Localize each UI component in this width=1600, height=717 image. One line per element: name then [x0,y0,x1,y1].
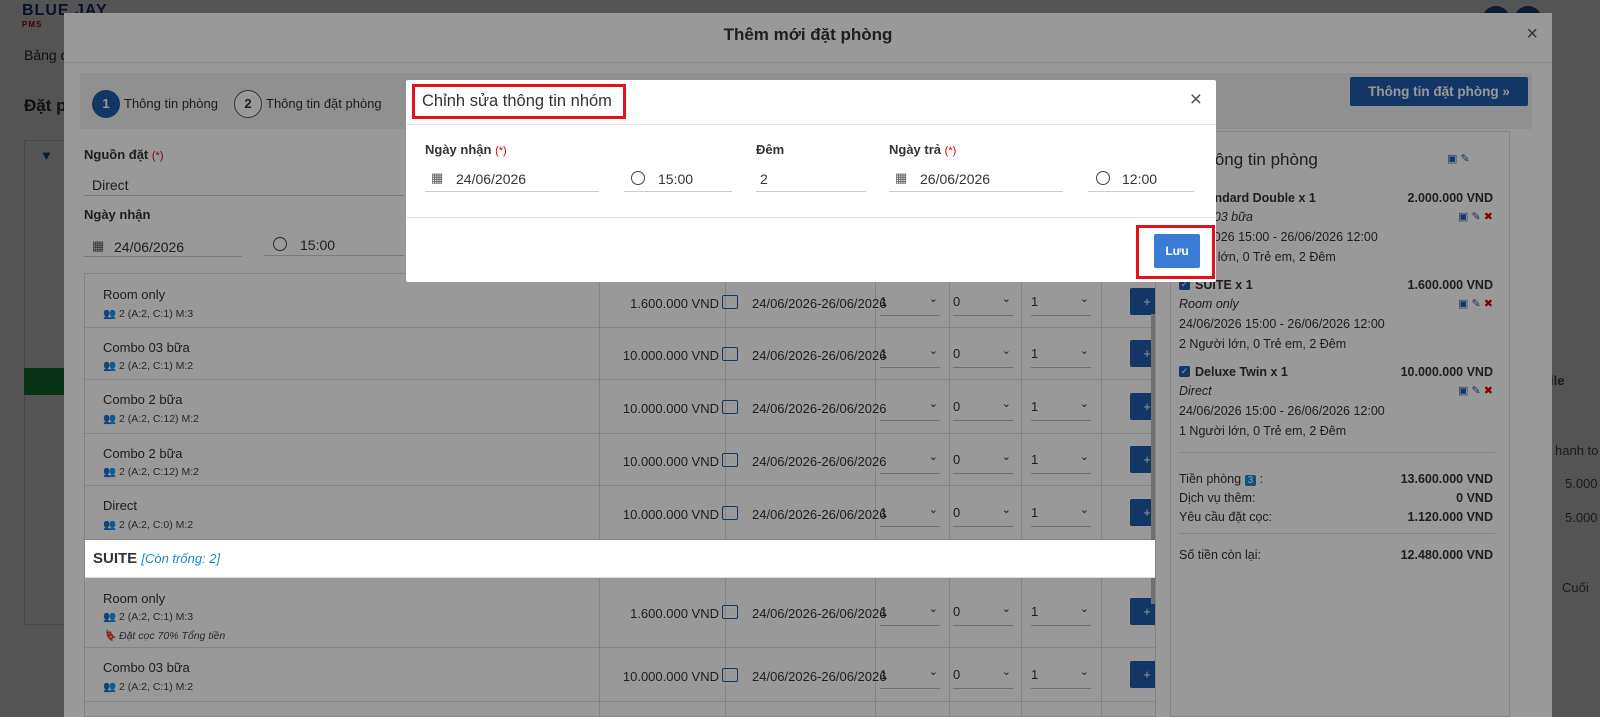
checkout-date-input[interactable]: 26/06/2026 [920,171,990,187]
divider [425,191,599,192]
section-row: SUITE [Còn trống: 2] [85,540,1155,578]
divider [889,191,1063,192]
group-edit-modal: Chỉnh sửa thông tin nhóm × Ngày nhận (*)… [406,80,1216,282]
close-icon[interactable]: × [1190,88,1202,112]
divider [624,191,732,192]
calendar-icon: ▦ [895,170,908,185]
checkin-time-input[interactable]: 15:00 [658,171,693,187]
divider [406,217,1216,218]
clock-icon [631,171,645,185]
divider [1088,191,1194,192]
section-title: SUITE [Còn trống: 2] [93,550,221,567]
divider [756,191,866,192]
divider [406,124,1216,125]
nights-label: Đêm [756,142,785,157]
nights-input[interactable]: 2 [760,171,768,187]
checkin-label: Ngày nhận (*) [425,142,507,157]
checkout-label: Ngày trả (*) [889,142,957,157]
group-modal-title: Chỉnh sửa thông tin nhóm [422,92,612,110]
clock-icon [1096,171,1110,185]
calendar-icon: ▦ [431,170,444,185]
checkout-time-input[interactable]: 12:00 [1122,171,1157,187]
save-button[interactable]: Lưu [1154,234,1200,268]
checkin-date-input[interactable]: 24/06/2026 [456,171,526,187]
